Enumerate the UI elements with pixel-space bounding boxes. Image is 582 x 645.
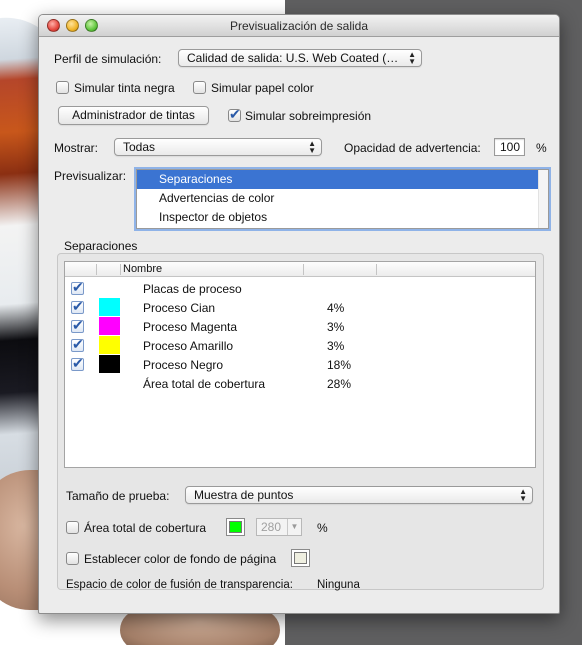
separaciones-section-label: Separaciones (64, 239, 138, 253)
fondo-pagina-label: Establecer color de fondo de página (84, 552, 277, 566)
separaciones-table: Nombre Placas de proceso Proceso Cian 4%… (64, 261, 536, 468)
row-name: Proceso Magenta (143, 320, 238, 334)
tamano-prueba-value: Muestra de puntos (194, 488, 294, 502)
opacidad-field[interactable]: 100 (494, 138, 525, 156)
popup-arrows-icon: ▲ ▼ (408, 50, 416, 66)
chevron-down-icon: ▼ (287, 519, 301, 535)
list-item-advertencias[interactable]: Advertencias de color (137, 189, 548, 208)
row-name: Placas de proceso (143, 282, 242, 296)
transparencia-label: Espacio de color de fusión de transparen… (66, 579, 293, 591)
column-divider (376, 264, 377, 275)
table-row: Área total de cobertura 28% (65, 374, 535, 393)
table-row: Proceso Cian 4% (65, 298, 535, 317)
row-percent: 3% (327, 320, 345, 334)
row-percent: 3% (327, 339, 345, 353)
simular-sobreimpresion-checkbox[interactable] (228, 106, 241, 123)
opacidad-unit: % (536, 141, 547, 155)
table-row: Placas de proceso (65, 279, 535, 298)
simular-tinta-negra-label: Simular tinta negra (74, 81, 175, 95)
row-name: Proceso Negro (143, 358, 224, 372)
table-row: Proceso Amarillo 3% (65, 336, 535, 355)
column-divider (303, 264, 304, 275)
title-bar[interactable]: Previsualización de salida (39, 15, 559, 37)
fondo-pagina-color (294, 552, 307, 564)
opacidad-label: Opacidad de advertencia: (344, 141, 481, 155)
row-percent: 18% (327, 358, 352, 372)
area-total-unit: % (317, 521, 328, 535)
window-title: Previsualización de salida (229, 19, 369, 33)
list-item-inspector[interactable]: Inspector de objetos (137, 208, 548, 227)
fondo-pagina-checkbox[interactable] (66, 552, 79, 565)
transparencia-value: Ninguna (317, 579, 360, 591)
area-total-value-combo[interactable]: 280 ▼ (256, 518, 302, 536)
area-total-label: Área total de cobertura (84, 521, 207, 535)
row-visibility-checkbox[interactable] (71, 355, 84, 372)
simular-papel-color-label: Simular papel color (211, 81, 314, 95)
column-divider (120, 264, 121, 275)
administrador-de-tintas-button[interactable]: Administrador de tintas (58, 106, 209, 125)
cyan-swatch (99, 298, 120, 316)
output-preview-window: Previsualización de salida Perfil de sim… (38, 14, 560, 614)
column-divider (96, 264, 97, 275)
simular-papel-color-checkbox[interactable] (193, 81, 206, 94)
row-percent: 28% (327, 377, 352, 391)
mostrar-value: Todas (123, 140, 156, 154)
row-name: Proceso Cian (143, 301, 216, 315)
row-name: Proceso Amarillo (143, 339, 234, 353)
table-row: Proceso Magenta 3% (65, 317, 535, 336)
row-visibility-checkbox[interactable] (71, 317, 84, 334)
area-total-value: 280 (261, 520, 282, 534)
hand-image-bottom (120, 610, 280, 645)
simular-tinta-negra-checkbox[interactable] (56, 81, 69, 94)
row-visibility-checkbox[interactable] (71, 298, 84, 315)
tamano-prueba-label: Tamaño de prueba: (66, 489, 170, 503)
list-scrollbar[interactable] (538, 170, 548, 228)
separaciones-group: Nombre Placas de proceso Proceso Cian 4%… (57, 253, 544, 591)
row-visibility-checkbox[interactable] (71, 279, 84, 296)
area-total-color-well[interactable] (226, 518, 245, 536)
row-percent: 4% (327, 301, 345, 315)
black-swatch (99, 355, 120, 373)
list-item-separaciones[interactable]: Separaciones (137, 170, 548, 189)
mostrar-label: Mostrar: (54, 141, 99, 155)
perfil-popup[interactable]: Calidad de salida: U.S. Web Coated (SW..… (178, 49, 422, 67)
table-header: Nombre (65, 262, 535, 277)
popup-arrows-icon: ▲ ▼ (519, 487, 527, 503)
yellow-swatch (99, 336, 120, 354)
simular-sobreimpresion-label: Simular sobreimpresión (245, 109, 372, 123)
row-name: Área total de cobertura (143, 377, 266, 391)
row-visibility-checkbox[interactable] (71, 336, 84, 353)
perfil-value: Calidad de salida: U.S. Web Coated (SW..… (187, 51, 415, 65)
area-total-color (229, 521, 242, 533)
column-header-nombre[interactable]: Nombre (123, 263, 162, 275)
perfil-label: Perfil de simulación: (54, 52, 162, 66)
popup-arrows-icon: ▲ ▼ (308, 139, 316, 155)
previsualizar-label: Previsualizar: (54, 169, 127, 183)
table-row: Proceso Negro 18% (65, 355, 535, 374)
magenta-swatch (99, 317, 120, 335)
mostrar-popup[interactable]: Todas ▲ ▼ (114, 138, 322, 156)
fondo-pagina-color-well[interactable] (291, 549, 310, 567)
tamano-prueba-popup[interactable]: Muestra de puntos ▲ ▼ (185, 486, 533, 504)
previsualizar-list[interactable]: Separaciones Advertencias de color Inspe… (136, 169, 549, 229)
area-total-checkbox[interactable] (66, 521, 79, 534)
